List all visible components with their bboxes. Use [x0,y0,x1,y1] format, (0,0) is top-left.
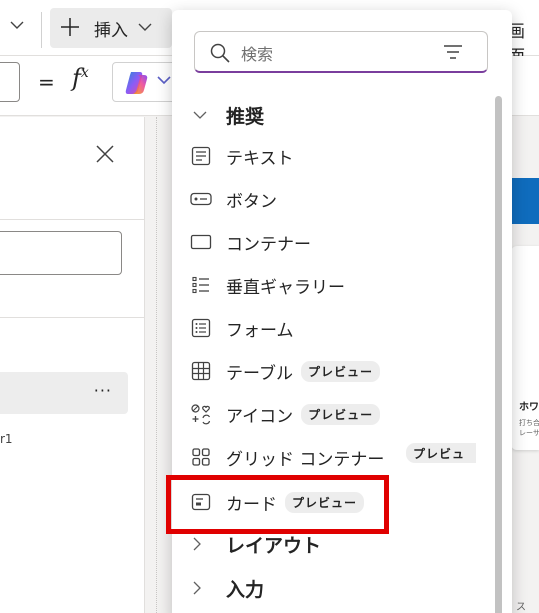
section-label: 入力 [226,578,265,601]
text-icon [190,145,212,167]
insert-item-label: テーブル [226,363,293,384]
card-text: 打ち合 [519,419,539,427]
preview-badge: プレビュー [301,403,381,425]
insert-item-label: フォーム [226,320,294,341]
canvas-text: ス [516,602,526,613]
vertical-gallery-icon [190,274,212,296]
insert-item-text[interactable]: テキスト [190,139,294,173]
insert-item-label: ボタン [226,191,277,212]
fx-icon: fx [72,64,89,92]
tree-item-selected[interactable]: ··· [0,372,128,414]
insert-search-input[interactable]: 検索 [194,31,488,73]
preview-badge: プレビュ [406,443,476,463]
insert-item-table[interactable]: テーブル プレビュー [190,354,380,388]
insert-item-form[interactable]: フォーム [190,311,294,345]
chevron-down-icon[interactable] [10,18,24,34]
toolbar-separator [41,12,42,48]
panel-divider [0,317,145,318]
section-label: 推奨 [226,105,265,128]
grid-container-icon [190,446,212,468]
insert-item-vertical-gallery[interactable]: 垂直ギャラリー [190,268,345,302]
chevron-right-icon [192,580,210,596]
chevron-down-icon [138,21,152,36]
insert-item-label: グリッド コンテナー [226,449,385,470]
tree-search-input[interactable] [0,231,122,275]
insert-button[interactable]: 挿入 [50,8,172,48]
insert-item-button[interactable]: ボタン [190,182,277,216]
close-icon[interactable] [94,143,116,165]
insert-item-container[interactable]: コンテナー [190,225,311,259]
button-icon [190,188,212,210]
section-label: レイアウト [226,534,322,557]
insert-item-label: 垂直ギャラリー [226,277,345,298]
insert-item-label: コンテナー [226,234,311,255]
card-text: レーサ [519,429,539,437]
icons-icon [190,403,212,425]
table-icon [190,360,212,382]
tree-view-panel: ··· r1 [0,117,145,613]
insert-item-icons[interactable]: アイコン プレビュー [190,397,381,431]
canvas-card[interactable]: ホワ 打ち合 レーサ [511,246,539,450]
preview-badge: プレビュー [300,360,380,382]
section-input[interactable]: 入力 [172,570,264,606]
property-dropdown[interactable] [0,62,20,102]
chevron-down-icon [192,110,210,120]
tree-item-label[interactable]: r1 [0,432,13,446]
search-icon [209,42,231,68]
container-icon [190,231,212,253]
section-recommended[interactable]: 推奨 [172,98,264,132]
chevron-right-icon [192,536,210,552]
more-options-icon[interactable]: ··· [94,381,112,400]
canvas-header-bar[interactable] [511,178,539,224]
equals-sign: = [38,70,55,94]
plus-icon [60,17,82,40]
canvas-guide-line [156,117,157,613]
filter-icon[interactable] [443,44,463,64]
panel-divider [0,219,145,220]
copilot-icon [123,71,149,99]
form-icon [190,317,212,339]
insert-item-label: テキスト [226,148,294,169]
search-placeholder: 検索 [241,45,274,64]
card-title: ホワ [519,402,539,413]
flyout-scrollbar[interactable] [495,96,502,613]
insert-item-grid-container[interactable]: グリッド コンテナー [190,440,384,474]
insert-button-label: 挿入 [94,20,128,41]
insert-item-label: アイコン [226,406,294,427]
chevron-down-icon [157,74,171,88]
highlight-box [166,475,389,534]
